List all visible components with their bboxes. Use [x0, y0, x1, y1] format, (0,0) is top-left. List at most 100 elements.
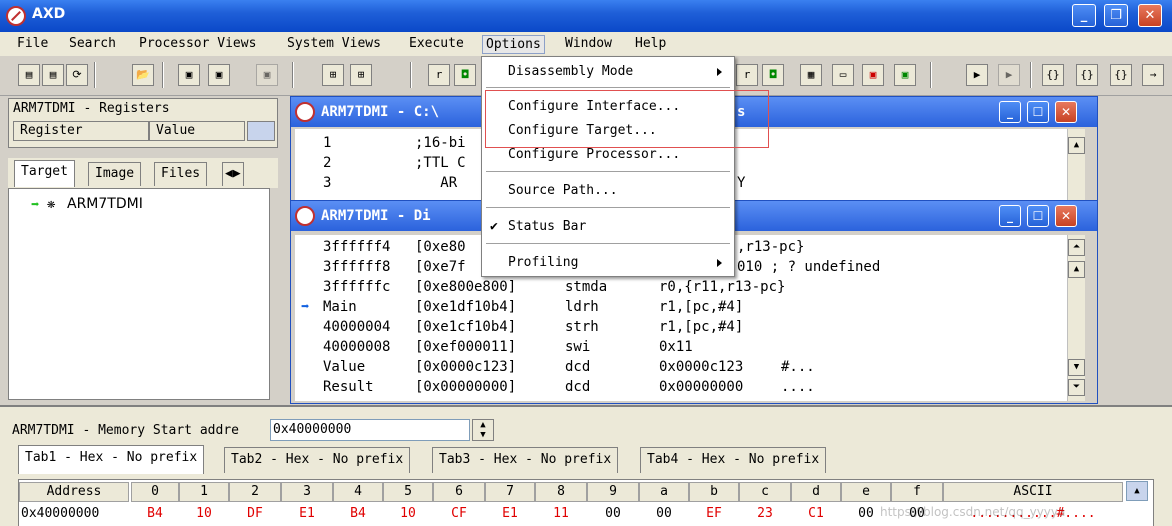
- disasm-maximize-button[interactable]: ☐: [1027, 205, 1049, 227]
- memory-byte[interactable]: EF: [689, 504, 739, 524]
- toolbar-icon-12[interactable]: r: [736, 64, 758, 86]
- toolbar-icon-11[interactable]: ◘: [454, 64, 476, 86]
- memory-byte[interactable]: 10: [383, 504, 433, 524]
- start-address-input[interactable]: 0x40000000: [270, 419, 470, 441]
- scroll-up-icon[interactable]: ▲: [1068, 137, 1085, 154]
- source-close-button[interactable]: ✕: [1055, 101, 1077, 123]
- memory-header[interactable]: 4: [333, 482, 383, 502]
- toolbar-icon-2[interactable]: ▤: [42, 64, 64, 86]
- address-spinner-icon[interactable]: ▲ ▼: [472, 419, 494, 441]
- memory-byte[interactable]: E1: [281, 504, 333, 524]
- memory-header[interactable]: 1: [179, 482, 229, 502]
- left-tabs: Target Image Files ◀▶: [8, 158, 278, 188]
- menu-system-views[interactable]: System Views: [284, 35, 384, 54]
- memory-header[interactable]: ASCII: [943, 482, 1123, 502]
- memory-header[interactable]: 0: [131, 482, 179, 502]
- disasm-minimize-button[interactable]: _: [999, 205, 1021, 227]
- restore-button[interactable]: ❐: [1104, 4, 1128, 27]
- memory-byte[interactable]: 00: [587, 504, 639, 524]
- menu-execute[interactable]: Execute: [406, 35, 467, 54]
- tab-scroll-arrows-icon[interactable]: ◀▶: [222, 162, 244, 186]
- menu-item-disassembly-mode[interactable]: Disassembly Mode: [508, 61, 633, 83]
- toolbar-icon-6[interactable]: ▣: [208, 64, 230, 86]
- menu-processor-views[interactable]: Processor Views: [136, 35, 259, 54]
- memory-byte[interactable]: B4: [333, 504, 383, 524]
- memory-header[interactable]: c: [739, 482, 791, 502]
- menu-options[interactable]: Options: [482, 35, 545, 54]
- toolbar-icon-7[interactable]: ▣: [256, 64, 278, 86]
- memory-header[interactable]: 3: [281, 482, 333, 502]
- disasm-mnemonic: ldrh: [565, 299, 599, 315]
- registers-scroll-icon[interactable]: [247, 121, 275, 141]
- toolbar-icon-5[interactable]: ▣: [178, 64, 200, 86]
- step-into-icon[interactable]: {}: [1042, 64, 1064, 86]
- memory-header[interactable]: 9: [587, 482, 639, 502]
- disasm-scrollbar[interactable]: ⏶ ▲ ▼ ⏷: [1067, 235, 1085, 401]
- menu-search[interactable]: Search: [66, 35, 119, 54]
- run-to-cursor-icon[interactable]: {}: [1110, 64, 1132, 86]
- memory-header[interactable]: f: [891, 482, 943, 502]
- toolbar-icon-10[interactable]: r: [428, 64, 450, 86]
- memory-tab-3[interactable]: Tab3 - Hex - No prefix: [432, 447, 619, 473]
- toolbar-icon-1[interactable]: ▤: [18, 64, 40, 86]
- memory-byte[interactable]: E1: [485, 504, 535, 524]
- tree-node-arm7tdmi[interactable]: ARM7TDMI: [67, 196, 143, 212]
- memory-header[interactable]: 8: [535, 482, 587, 502]
- menu-window[interactable]: Window: [562, 35, 615, 54]
- memory-header[interactable]: e: [841, 482, 891, 502]
- open-folder-icon[interactable]: 📂: [132, 64, 154, 86]
- memory-header[interactable]: 5: [383, 482, 433, 502]
- tab-files[interactable]: Files: [154, 162, 208, 186]
- memory-header[interactable]: d: [791, 482, 841, 502]
- menu-item-status-bar[interactable]: Status Bar: [508, 216, 586, 238]
- memory-tab-2[interactable]: Tab2 - Hex - No prefix: [224, 447, 411, 473]
- register-column-header[interactable]: Register: [13, 121, 149, 141]
- scroll-top-icon[interactable]: ⏶: [1068, 239, 1085, 256]
- memory-byte[interactable]: DF: [229, 504, 281, 524]
- menu-help[interactable]: Help: [632, 35, 669, 54]
- toolbar-icon-14[interactable]: ▦: [800, 64, 822, 86]
- toolbar-icon-9[interactable]: ⊞: [350, 64, 372, 86]
- toolbar-icon-15[interactable]: ▭: [832, 64, 854, 86]
- toolbar-icon-16[interactable]: ▣: [862, 64, 884, 86]
- memory-byte[interactable]: B4: [131, 504, 179, 524]
- memory-byte[interactable]: 10: [179, 504, 229, 524]
- scroll-down-icon[interactable]: ▼: [1068, 359, 1085, 376]
- toolbar-icon-13[interactable]: ◘: [762, 64, 784, 86]
- memory-tab-4[interactable]: Tab4 - Hex - No prefix: [640, 447, 827, 473]
- disasm-close-button[interactable]: ✕: [1055, 205, 1077, 227]
- memory-header[interactable]: b: [689, 482, 739, 502]
- menu-item-source-path[interactable]: Source Path...: [508, 180, 618, 202]
- menu-file[interactable]: File: [14, 35, 51, 54]
- step-out-icon[interactable]: {}: [1076, 64, 1098, 86]
- minimize-button[interactable]: _: [1072, 4, 1096, 27]
- source-minimize-button[interactable]: _: [999, 101, 1021, 123]
- memory-header[interactable]: 6: [433, 482, 485, 502]
- memory-byte[interactable]: 00: [639, 504, 689, 524]
- step-icon[interactable]: ▶: [966, 64, 988, 86]
- tab-image[interactable]: Image: [88, 162, 142, 186]
- memory-byte[interactable]: C1: [791, 504, 841, 524]
- close-button[interactable]: ✕: [1138, 4, 1162, 27]
- memory-byte[interactable]: 11: [535, 504, 587, 524]
- toolbar-icon-17[interactable]: ▣: [894, 64, 916, 86]
- memory-scroll-up-icon[interactable]: ▲: [1126, 481, 1148, 501]
- source-maximize-button[interactable]: ☐: [1027, 101, 1049, 123]
- toolbar-icon-3[interactable]: ⟳: [66, 64, 88, 86]
- toolbar-icon-22[interactable]: →: [1142, 64, 1164, 86]
- menu-item-profiling[interactable]: Profiling: [508, 252, 578, 274]
- value-column-header[interactable]: Value: [149, 121, 245, 141]
- step-over-icon[interactable]: ▶: [998, 64, 1020, 86]
- scroll-bottom-icon[interactable]: ⏷: [1068, 379, 1085, 396]
- memory-header[interactable]: a: [639, 482, 689, 502]
- memory-byte[interactable]: CF: [433, 504, 485, 524]
- toolbar-icon-8[interactable]: ⊞: [322, 64, 344, 86]
- disasm-address: 40000008: [323, 339, 391, 355]
- memory-header[interactable]: Address: [19, 482, 129, 502]
- memory-header[interactable]: 7: [485, 482, 535, 502]
- scroll-up-icon[interactable]: ▲: [1068, 261, 1085, 278]
- tab-target[interactable]: Target: [14, 160, 75, 187]
- memory-byte[interactable]: 23: [739, 504, 791, 524]
- memory-tab-1[interactable]: Tab1 - Hex - No prefix: [18, 445, 205, 474]
- memory-header[interactable]: 2: [229, 482, 281, 502]
